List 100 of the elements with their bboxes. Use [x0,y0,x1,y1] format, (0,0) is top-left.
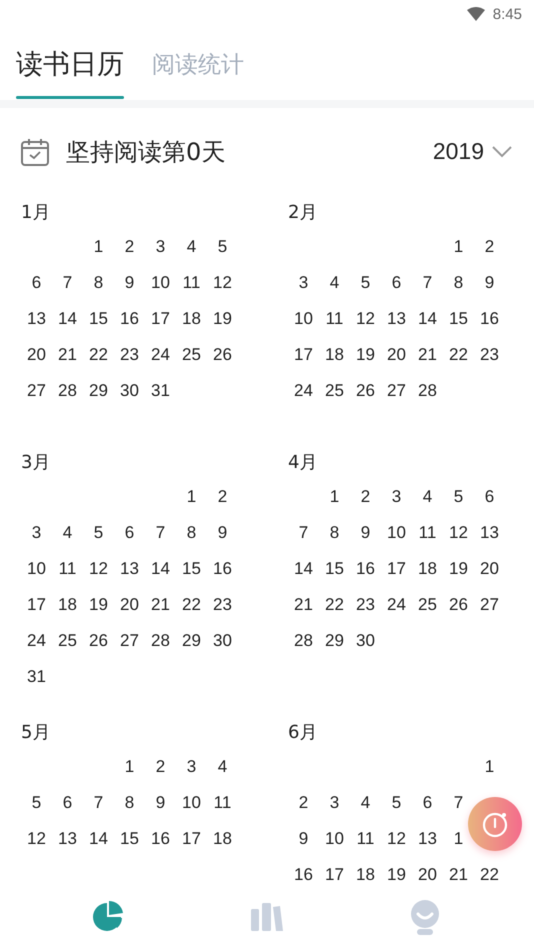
calendar-day[interactable]: 14 [151,559,170,579]
calendar-day[interactable]: 4 [186,237,196,257]
calendar-day[interactable]: 15 [182,559,201,579]
calendar-day[interactable]: 10 [294,309,313,329]
calendar-day[interactable]: 2 [360,487,370,507]
calendar-day[interactable]: 18 [418,559,437,579]
calendar-day[interactable]: 7 [298,523,308,543]
calendar-day[interactable]: 30 [356,631,375,651]
calendar-day[interactable]: 21 [151,595,170,615]
calendar-day[interactable]: 14 [89,829,108,849]
calendar-day[interactable]: 2 [124,237,134,257]
calendar-day[interactable]: 6 [392,273,402,293]
calendar-day[interactable]: 15 [325,559,344,579]
calendar-day[interactable]: 4 [360,793,370,813]
calendar-day[interactable]: 19 [387,865,406,885]
calendar-day[interactable]: 28 [418,381,437,401]
calendar-day[interactable]: 17 [182,829,201,849]
calendar-day[interactable]: 29 [325,631,344,651]
calendar-day[interactable]: 4 [330,273,340,293]
calendar-day[interactable]: 27 [387,381,406,401]
calendar-day[interactable]: 9 [298,829,308,849]
calendar-day[interactable]: 26 [89,631,108,651]
year-dropdown[interactable]: 2019 [432,138,512,165]
calendar-day[interactable]: 31 [151,381,170,401]
calendar-day[interactable]: 17 [27,595,46,615]
calendar-day[interactable]: 11 [356,829,374,849]
calendar-day[interactable]: 1 [94,237,104,257]
calendar-day[interactable]: 24 [27,631,46,651]
calendar-day[interactable]: 6 [484,487,494,507]
calendar-day[interactable]: 12 [27,829,46,849]
calendar-day[interactable]: 4 [218,757,228,777]
calendar-day[interactable]: 18 [58,595,77,615]
calendar-day[interactable]: 12 [89,559,108,579]
calendar-day[interactable]: 8 [94,273,104,293]
calendar-day[interactable]: 15 [120,829,139,849]
calendar-day[interactable]: 24 [151,345,170,365]
calendar-day[interactable]: 29 [89,381,108,401]
calendar-day[interactable]: 16 [120,309,139,329]
calendar-day[interactable]: 25 [58,631,77,651]
calendar-day[interactable]: 6 [124,523,134,543]
calendar-day[interactable]: 27 [27,381,46,401]
calendar-day[interactable]: 28 [294,631,313,651]
calendar-day[interactable]: 9 [156,793,166,813]
calendar-day[interactable]: 22 [449,345,468,365]
calendar-day[interactable]: 9 [484,273,494,293]
calendar-day[interactable]: 18 [182,309,201,329]
calendar-day[interactable]: 12 [387,829,406,849]
calendar-day[interactable]: 23 [356,595,375,615]
calendar-day[interactable]: 16 [213,559,232,579]
calendar-day[interactable]: 9 [124,273,134,293]
calendar-day[interactable]: 21 [58,345,77,365]
calendar-day[interactable]: 7 [62,273,72,293]
calendar-day[interactable]: 30 [120,381,139,401]
calendar-day[interactable]: 6 [32,273,42,293]
calendar-day[interactable]: 4 [62,523,72,543]
calendar-day[interactable]: 2 [484,237,494,257]
calendar-day[interactable]: 8 [454,273,464,293]
calendar-day[interactable]: 11 [182,273,200,293]
calendar-day[interactable]: 10 [325,829,344,849]
calendar-day[interactable]: 8 [330,523,340,543]
calendar-day[interactable]: 31 [27,667,46,687]
calendar-day[interactable]: 4 [422,487,432,507]
calendar-day[interactable]: 13 [27,309,46,329]
calendar-day[interactable]: 16 [294,865,313,885]
calendar-day[interactable]: 17 [325,865,344,885]
calendar-day[interactable]: 24 [294,381,313,401]
calendar-day[interactable]: 1 [454,829,464,849]
calendar-day[interactable]: 20 [387,345,406,365]
calendar-day[interactable]: 17 [294,345,313,365]
calendar-day[interactable]: 7 [454,793,464,813]
calendar-day[interactable]: 8 [124,793,134,813]
calendar-day[interactable]: 17 [387,559,406,579]
calendar-day[interactable]: 3 [156,237,166,257]
calendar-day[interactable]: 19 [356,345,375,365]
tab[interactable]: 读书日历 [16,28,124,100]
calendar-day[interactable]: 3 [330,793,340,813]
calendar-day[interactable]: 11 [214,793,232,813]
calendar-day[interactable]: 23 [120,345,139,365]
calendar-day[interactable]: 2 [156,757,166,777]
calendar-day[interactable]: 10 [27,559,46,579]
calendar-day[interactable]: 16 [151,829,170,849]
calendar-day[interactable]: 19 [213,309,232,329]
calendar-day[interactable]: 6 [422,793,432,813]
calendar-day[interactable]: 25 [182,345,201,365]
calendar-day[interactable]: 9 [360,523,370,543]
calendar-day[interactable]: 10 [151,273,170,293]
calendar-day[interactable]: 23 [480,345,499,365]
calendar-day[interactable]: 2 [298,793,308,813]
calendar-day[interactable]: 1 [124,757,134,777]
calendar-day[interactable]: 7 [156,523,166,543]
calendar-day[interactable]: 12 [449,523,468,543]
calendar-day[interactable]: 3 [186,757,196,777]
calendar-day[interactable]: 10 [387,523,406,543]
calendar-day[interactable]: 25 [418,595,437,615]
calendar-day[interactable]: 27 [120,631,139,651]
calendar-day[interactable]: 8 [186,523,196,543]
calendar-day[interactable]: 22 [182,595,201,615]
calendar-day[interactable]: 15 [449,309,468,329]
calendar-day[interactable]: 23 [213,595,232,615]
calendar-day[interactable]: 5 [32,793,42,813]
